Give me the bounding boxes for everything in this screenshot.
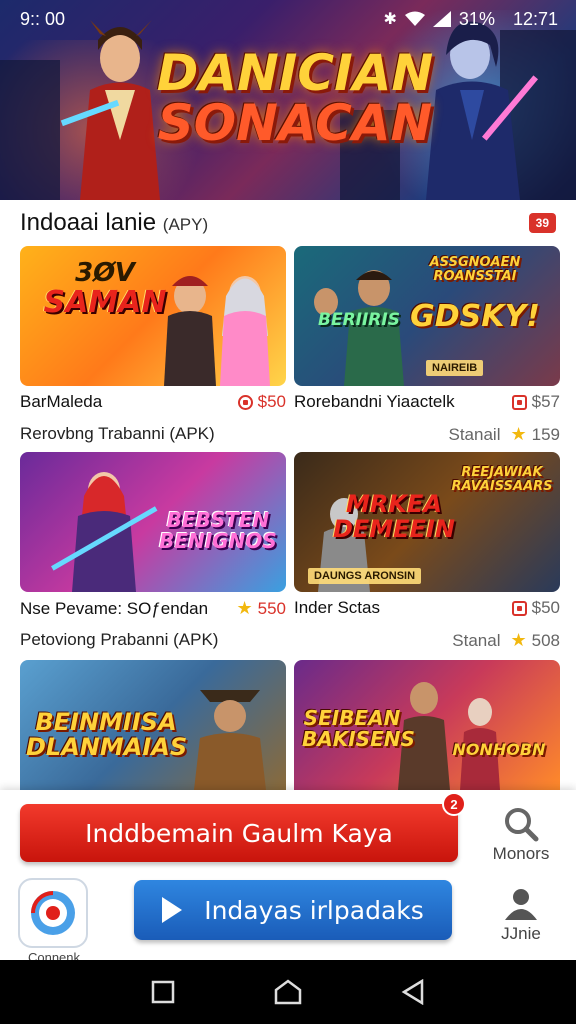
card-2-meta: Rorebandni Yiaactelk $57 — [294, 392, 560, 412]
card-subtitle: NONHOBN — [452, 740, 546, 759]
back-button[interactable] — [393, 972, 433, 1012]
status-clock: 12:71 — [512, 8, 558, 29]
card-subtitle: BERIIRIS — [318, 310, 400, 330]
card-2-rating: Stanail ★ 159 — [294, 424, 561, 445]
card-title: MRKEA DEMEEIN — [332, 490, 455, 544]
rating-label: Stanail — [448, 424, 501, 444]
search-icon — [505, 808, 539, 842]
user-icon — [505, 889, 537, 920]
section-header: Indoaai lanie (APY) 39 — [0, 200, 576, 246]
game-name[interactable]: Inder Sctas — [294, 598, 380, 618]
card-tag: NAIREIB — [426, 360, 484, 376]
price-icon — [511, 394, 527, 410]
card-title: BEINMIISA DLANMAIAS — [26, 708, 188, 762]
card-title: ASSGNOAEN ROANSSTAI GDSKY! — [410, 255, 540, 335]
section-title-suffix: (APY) — [162, 215, 209, 234]
wifi-icon — [404, 11, 425, 26]
rating-value: 508 — [531, 630, 560, 650]
section-badge[interactable]: 39 — [528, 213, 556, 233]
user-label: JJnie — [501, 924, 541, 943]
system-navigation-bar — [0, 960, 576, 1024]
game-card-4[interactable]: REEJAWIAK RAVAISSAARS MRKEA DEMEEIN DAUN… — [294, 452, 560, 592]
game-name[interactable]: BarMaleda — [20, 392, 102, 412]
game-price: $50 — [531, 598, 560, 617]
signal-icon — [432, 11, 451, 27]
user-button[interactable]: JJnie — [481, 886, 561, 944]
card-character — [194, 690, 266, 790]
app-icon[interactable] — [18, 878, 88, 948]
recents-icon — [151, 980, 174, 1004]
hero-title: DANICIAN SONACAN — [150, 48, 440, 148]
primary-action-label: Inddbemain Gaulm Kaya — [85, 818, 393, 848]
battery-percent: 31% — [458, 8, 495, 29]
home-button[interactable] — [268, 972, 308, 1012]
primary-action-button[interactable]: Inddbemain Gaulm Kaya — [20, 804, 458, 862]
rating-value: 159 — [531, 424, 560, 444]
game-card-3[interactable]: BEBSTEN BENIGNOS — [20, 452, 286, 592]
app-logo-icon — [31, 891, 75, 935]
game-price: $50 — [257, 392, 286, 411]
card-tag: DAUNGS ARONSIN — [308, 568, 422, 584]
recents-button[interactable] — [143, 972, 183, 1012]
card-title: 3ØV SAMAN — [43, 258, 167, 321]
home-icon — [274, 979, 302, 1005]
game-name[interactable]: Rorebandni Yiaactelk — [294, 392, 455, 412]
notification-badge: 2 — [442, 792, 466, 816]
bluetooth-icon: ✱ — [383, 11, 397, 28]
star-icon: ★ — [236, 598, 253, 618]
card-4-rating: Stanal ★ 508 — [294, 630, 560, 651]
secondary-action-label: Indayas irlpadaks — [204, 895, 424, 925]
search-button[interactable]: Monors — [481, 806, 561, 864]
card-1-meta: BarMaleda $50 — [20, 392, 286, 412]
card-title: BEBSTEN BENIGNOS — [159, 508, 277, 553]
card-1-subtitle: Rerovbng Trabanni (APK) — [20, 424, 215, 443]
status-time: 9:: 00 — [20, 8, 66, 29]
game-card-2[interactable]: ASSGNOAEN ROANSSTAI GDSKY! BERIIRIS NAIR… — [294, 246, 560, 386]
status-bar: 9:: 00 ✱ 31% 12:71 — [0, 0, 576, 38]
section-title: Indoaai lanie (APY) — [20, 209, 208, 237]
rating-label: Stanal — [452, 630, 501, 650]
game-price: $57 — [531, 392, 560, 411]
star-icon: ★ — [510, 630, 527, 650]
game-price: 550 — [257, 598, 286, 618]
game-name[interactable]: Nse Pevame: SOƒendan — [20, 599, 208, 619]
card-3-subtitle: Petoviong Prabanni (APK) — [20, 630, 219, 649]
game-card-1[interactable]: 3ØV SAMAN — [20, 246, 286, 386]
card-title-top: REEJAWIAK RAVAISSAARS — [451, 465, 553, 494]
secondary-action-button[interactable]: Indayas irlpadaks — [134, 880, 452, 940]
back-icon — [401, 979, 424, 1005]
section-title-text: Indoaai lanie — [20, 209, 157, 236]
star-icon: ★ — [510, 424, 527, 444]
hero-title-line2: SONACAN — [157, 94, 433, 152]
search-label: Monors — [492, 844, 550, 863]
action-panel: Inddbemain Gaulm Kaya 2 Monors Connenk I… — [0, 790, 576, 965]
price-icon — [237, 394, 253, 410]
card-3-meta: Nse Pevame: SOƒendan ★ 550 — [20, 598, 286, 619]
card-title: SEIBEAN BAKISENS — [302, 706, 415, 751]
price-icon — [511, 600, 527, 616]
app-screen: DANICIAN SONACAN 9:: 00 ✱ 31% 12:71 Indo… — [0, 0, 576, 1024]
game-card-5[interactable]: BEINMIISA DLANMAIAS — [20, 660, 286, 790]
play-icon — [162, 897, 183, 923]
game-card-6[interactable]: SEIBEAN BAKISENS NONHOBN — [294, 660, 560, 790]
card-4-meta: Inder Sctas $50 — [294, 598, 560, 618]
hero-title-line1: DANICIAN — [156, 44, 434, 102]
